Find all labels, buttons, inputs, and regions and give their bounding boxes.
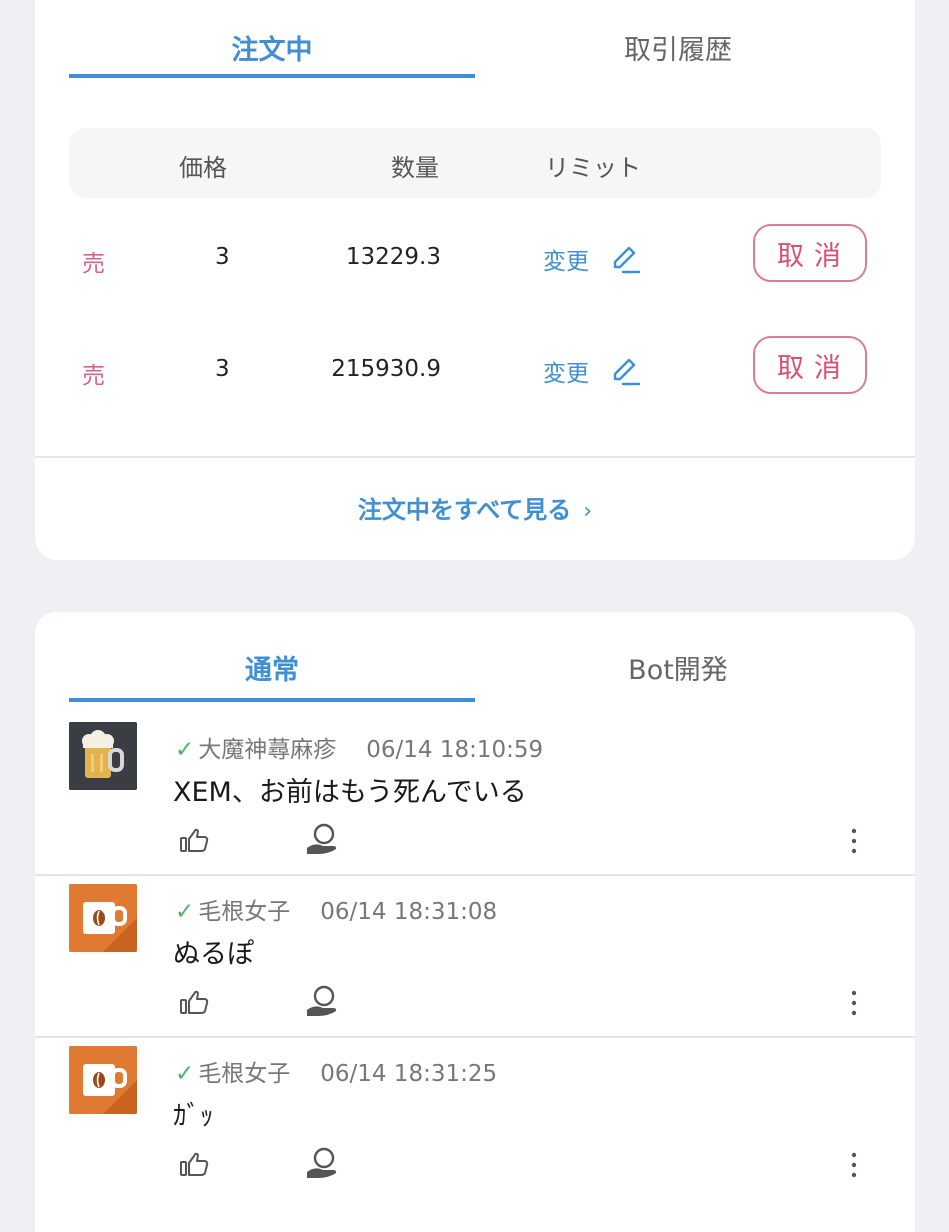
see-all-orders-link[interactable]: 注文中をすべて見る › bbox=[35, 490, 915, 525]
divider bbox=[35, 1036, 915, 1038]
timestamp: 06/14 18:10:59 bbox=[366, 737, 544, 763]
active-tab-underline bbox=[69, 74, 475, 78]
edit-pencil-icon[interactable] bbox=[609, 355, 641, 387]
thumbs-up-icon[interactable] bbox=[179, 988, 213, 1018]
divider bbox=[35, 874, 915, 876]
divider bbox=[35, 456, 915, 458]
open-orders-card: 注文中 取引履歴 価格 数量 リミット 売 3 13229.3 変更 取消 売 … bbox=[35, 0, 915, 560]
tip-hand-icon[interactable] bbox=[303, 1146, 343, 1182]
column-limit: リミット bbox=[545, 154, 641, 182]
order-quantity: 215930.9 bbox=[331, 356, 441, 382]
avatar[interactable] bbox=[69, 884, 137, 952]
thumbs-up-icon[interactable] bbox=[179, 826, 213, 856]
thumbs-up-icon[interactable] bbox=[179, 1150, 213, 1180]
order-quantity: 13229.3 bbox=[345, 244, 441, 270]
tip-hand-icon[interactable] bbox=[303, 822, 343, 858]
message-text: XEM、お前はもう死んでいる bbox=[173, 777, 527, 808]
chevron-right-icon: › bbox=[583, 499, 593, 524]
coffee-cup-icon bbox=[69, 1046, 137, 1114]
change-limit-link[interactable]: 変更 bbox=[543, 354, 589, 388]
more-options-icon[interactable] bbox=[846, 1152, 862, 1178]
change-limit-link[interactable]: 変更 bbox=[543, 242, 589, 276]
edit-pencil-icon[interactable] bbox=[609, 243, 641, 275]
beer-mug-icon bbox=[69, 722, 137, 790]
tab-bot-development[interactable]: Bot開発 bbox=[475, 648, 881, 687]
chat-card: 通常 Bot開発 ✓ 大魔神蕁麻疹 06/14 18:10:59 XEM、お前はもう… bbox=[35, 612, 915, 1232]
verified-check-icon: ✓ bbox=[175, 899, 195, 925]
more-options-icon[interactable] bbox=[846, 828, 862, 854]
verified-check-icon: ✓ bbox=[175, 1061, 195, 1087]
timestamp: 06/14 18:31:25 bbox=[320, 1061, 498, 1087]
more-options-icon[interactable] bbox=[846, 990, 862, 1016]
timestamp: 06/14 18:31:08 bbox=[320, 899, 498, 925]
order-side: 売 bbox=[82, 363, 105, 389]
message-meta: ✓ 毛根女子 06/14 18:31:25 bbox=[175, 1054, 497, 1088]
verified-check-icon: ✓ bbox=[175, 737, 195, 763]
username[interactable]: 毛根女子 bbox=[198, 1061, 290, 1087]
orders-table-header: 価格 数量 リミット bbox=[69, 128, 881, 198]
see-all-orders-label: 注文中をすべて見る bbox=[357, 496, 572, 524]
tab-open-orders[interactable]: 注文中 bbox=[69, 28, 475, 67]
order-price: 3 bbox=[215, 244, 230, 270]
order-price: 3 bbox=[215, 356, 230, 382]
message-text: ぬるぽ bbox=[173, 939, 254, 970]
column-quantity: 数量 bbox=[391, 154, 439, 182]
order-side: 売 bbox=[82, 251, 105, 277]
tab-normal-chat[interactable]: 通常 bbox=[69, 648, 475, 687]
column-price: 価格 bbox=[179, 154, 227, 182]
message-meta: ✓ 大魔神蕁麻疹 06/14 18:10:59 bbox=[175, 730, 543, 764]
tab-trade-history[interactable]: 取引履歴 bbox=[475, 28, 881, 67]
username[interactable]: 大魔神蕁麻疹 bbox=[198, 737, 336, 763]
cancel-order-button[interactable]: 取消 bbox=[753, 336, 867, 394]
message-meta: ✓ 毛根女子 06/14 18:31:08 bbox=[175, 892, 497, 926]
tip-hand-icon[interactable] bbox=[303, 984, 343, 1020]
active-tab-underline bbox=[69, 698, 475, 702]
username[interactable]: 毛根女子 bbox=[198, 899, 290, 925]
coffee-cup-icon bbox=[69, 884, 137, 952]
message-text: ｶﾞｯ bbox=[173, 1101, 214, 1132]
cancel-order-button[interactable]: 取消 bbox=[753, 224, 867, 282]
avatar[interactable] bbox=[69, 722, 137, 790]
avatar[interactable] bbox=[69, 1046, 137, 1114]
